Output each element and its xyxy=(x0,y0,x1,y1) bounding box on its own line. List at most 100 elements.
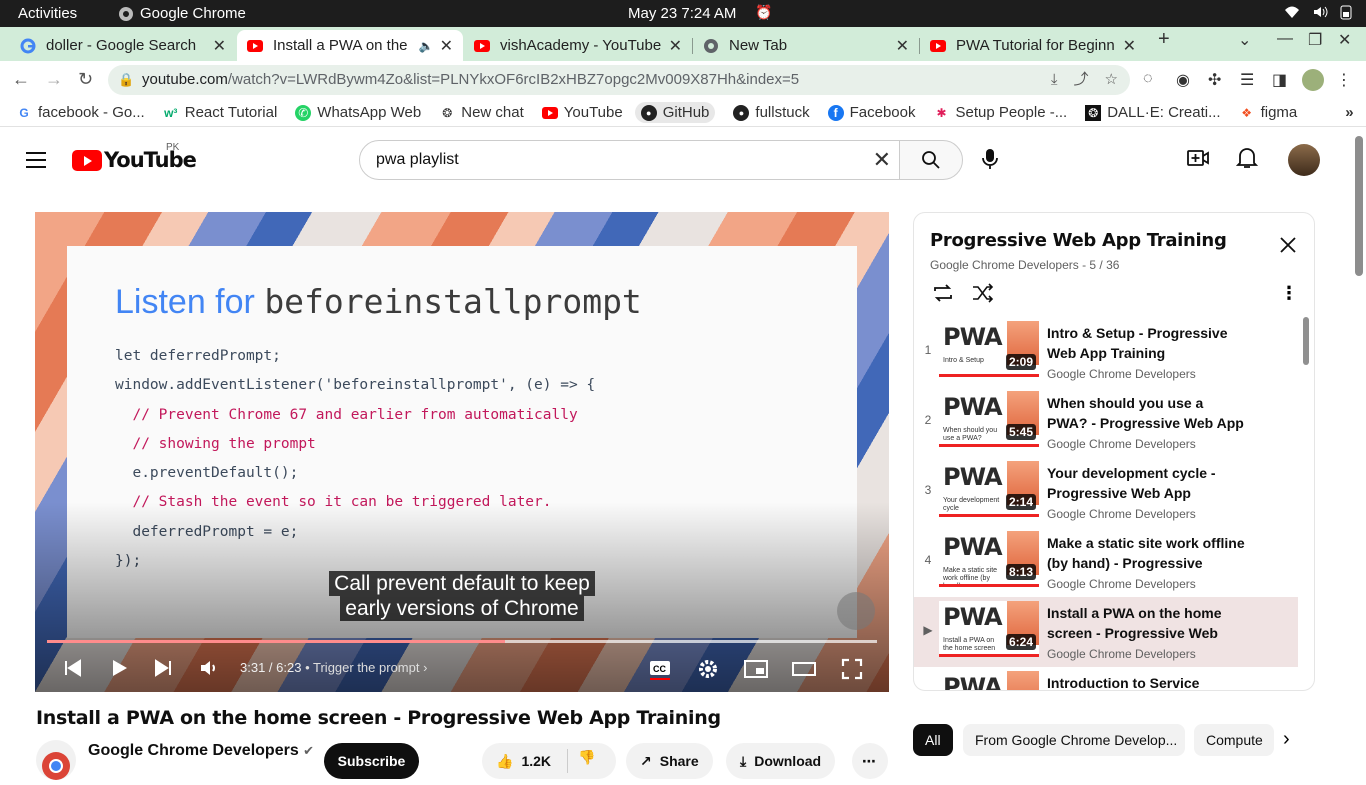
guide-menu-icon[interactable] xyxy=(26,152,46,173)
playlist-more-icon[interactable]: ⋮ xyxy=(1280,283,1298,304)
profile-avatar[interactable] xyxy=(1302,69,1324,91)
bookmark-figma[interactable]: ❖ figma xyxy=(1239,104,1297,121)
playlist-item[interactable]: 2 PWA When should you use a PWA? 5:45 When s… xyxy=(914,387,1298,457)
playlist-item-title[interactable]: Introduction to Service Worker xyxy=(1047,673,1247,690)
subtitles-cc-icon[interactable]: CC xyxy=(649,658,671,680)
next-icon[interactable] xyxy=(153,658,173,678)
fullscreen-icon[interactable] xyxy=(841,658,863,680)
playlist-scrollbar[interactable] xyxy=(1303,317,1309,365)
tab-close-icon[interactable]: ✕ xyxy=(1123,36,1136,56)
chip-from-channel[interactable]: From Google Chrome Develop... xyxy=(963,724,1185,756)
chips-next-icon[interactable]: › xyxy=(1283,728,1290,751)
playlist-title[interactable]: Progressive Web App Training xyxy=(930,230,1227,251)
notifications-bell-icon[interactable] xyxy=(1236,146,1258,170)
playlist-item-title[interactable]: Your development cycle - Progressive Web… xyxy=(1047,463,1247,503)
thumbs-down-icon[interactable]: 👎 xyxy=(567,749,595,773)
chip-computers[interactable]: Compute xyxy=(1194,724,1274,756)
playlist-item[interactable]: PWA Introduction to Service Worker xyxy=(914,667,1298,690)
minimize-button[interactable]: — xyxy=(1277,30,1293,48)
system-tray[interactable] xyxy=(1284,4,1352,20)
video-thumbnail[interactable]: PWA xyxy=(939,671,1039,690)
share-button[interactable]: ↗ Share xyxy=(626,743,713,779)
video-thumbnail[interactable]: PWA Make a static site work offline (by h… xyxy=(939,531,1039,587)
bookmark-fullstuck[interactable]: ● fullstuck xyxy=(733,104,810,121)
tab-vishacademy[interactable]: vishAcademy - YouTube ✕ xyxy=(464,30,693,61)
close-playlist-icon[interactable] xyxy=(1278,235,1298,255)
shuffle-icon[interactable] xyxy=(971,283,995,303)
channel-name[interactable]: Google Chrome Developers ✔ xyxy=(88,742,314,760)
tab-close-icon[interactable]: ✕ xyxy=(213,36,226,56)
search-input[interactable]: pwa playlist ✕ xyxy=(359,140,900,180)
playlist-item-title[interactable]: When should you use a PWA? - Progressive… xyxy=(1047,393,1247,433)
bookmark-star-icon[interactable]: ☆ xyxy=(1105,65,1118,95)
settings-gear-icon[interactable] xyxy=(697,658,719,680)
close-window-button[interactable]: ✕ xyxy=(1338,30,1351,50)
extensions-puzzle-icon[interactable]: ✣ xyxy=(1208,70,1221,90)
bookmark-facebook-google[interactable]: Gfacebook - Go... xyxy=(16,104,144,121)
video-thumbnail[interactable]: PWA When should you use a PWA? 5:45 xyxy=(939,391,1039,447)
tab-pwa-tutorial[interactable]: PWA Tutorial for Beginn ✕ xyxy=(920,30,1146,61)
tab-close-icon[interactable]: ✕ xyxy=(440,36,453,56)
side-panel-icon[interactable]: ◨ xyxy=(1272,70,1287,90)
voice-search-icon[interactable] xyxy=(980,148,1000,170)
address-bar[interactable]: 🔒 youtube.com/watch?v=LWRdBywm4Zo&list=P… xyxy=(108,65,1130,95)
playlist-item[interactable]: 4 PWA Make a static site work offline (by … xyxy=(914,527,1298,597)
video-player[interactable]: Listen for beforeinstallprompt let defer… xyxy=(35,212,889,692)
subscribe-button[interactable]: Subscribe xyxy=(324,743,419,779)
tab-close-icon[interactable]: ✕ xyxy=(669,36,682,56)
audio-playing-icon[interactable]: 🔈 xyxy=(419,39,434,53)
theater-mode-icon[interactable] xyxy=(792,658,816,680)
chrome-menu-icon[interactable]: ⋮ xyxy=(1336,70,1352,90)
site-info-icon[interactable]: 🔒 xyxy=(118,65,134,95)
playlist-item-title[interactable]: Make a static site work offline (by hand… xyxy=(1047,533,1247,573)
download-button[interactable]: ⤓ Download xyxy=(726,743,836,779)
tab-new-tab[interactable]: New Tab ✕ xyxy=(693,30,920,61)
bookmark-new-chat[interactable]: ❂ New chat xyxy=(439,104,524,121)
clock[interactable]: May 23 7:24 AM xyxy=(628,5,736,22)
bookmark-react-tutorial[interactable]: w³ React Tutorial xyxy=(163,104,277,121)
bookmark-youtube[interactable]: YouTube xyxy=(541,104,623,121)
bookmark-github[interactable]: ● GitHub xyxy=(634,102,716,123)
reload-button[interactable]: ↻ xyxy=(78,69,93,90)
bookmark-whatsapp[interactable]: ✆ WhatsApp Web xyxy=(295,104,421,121)
playlist-item[interactable]: 3 PWA Your development cycle 2:14 Your devel… xyxy=(914,457,1298,527)
loop-icon[interactable] xyxy=(931,283,955,303)
video-thumbnail[interactable]: PWA Intro & Setup 2:09 xyxy=(939,321,1039,377)
play-icon[interactable] xyxy=(109,658,129,678)
create-video-icon[interactable] xyxy=(1186,146,1210,170)
bookmark-dalle[interactable]: ❂ DALL·E: Creati... xyxy=(1085,104,1221,121)
account-avatar[interactable] xyxy=(1288,144,1320,176)
bookmark-facebook[interactable]: f Facebook xyxy=(827,104,915,121)
share-icon[interactable]: ⤴ xyxy=(1074,65,1089,95)
miniplayer-icon[interactable] xyxy=(744,658,768,680)
app-menu[interactable]: Google Chrome xyxy=(118,5,246,22)
tab-google-search[interactable]: doller - Google Search ✕ xyxy=(10,30,236,61)
more-actions-icon[interactable]: ⋯ xyxy=(852,743,888,779)
activities-button[interactable]: Activities xyxy=(18,5,77,22)
previous-icon[interactable] xyxy=(63,658,83,678)
playlist-item-title[interactable]: Intro & Setup - Progressive Web App Trai… xyxy=(1047,323,1247,363)
playlist-item-title[interactable]: Install a PWA on the home screen - Progr… xyxy=(1047,603,1247,643)
back-button[interactable]: ← xyxy=(12,69,30,90)
youtube-logo[interactable]: YouTube PK xyxy=(72,142,197,172)
like-button[interactable]: 👍 1.2K 👎 xyxy=(482,743,616,779)
chapter-title[interactable]: • Trigger the prompt › xyxy=(305,660,427,675)
tab-close-icon[interactable]: ✕ xyxy=(896,36,909,56)
volume-icon[interactable] xyxy=(199,658,219,678)
install-app-icon[interactable]: ⤓ xyxy=(1051,65,1058,95)
video-thumbnail[interactable]: PWA Install a PWA on the home screen 6:24 xyxy=(939,601,1039,657)
bookmark-setup-people[interactable]: ✱ Setup People -... xyxy=(933,104,1067,121)
progress-bar[interactable] xyxy=(47,640,877,643)
video-thumbnail[interactable]: PWA Your development cycle 2:14 xyxy=(939,461,1039,517)
chip-all[interactable]: All xyxy=(913,724,953,756)
search-button[interactable] xyxy=(899,140,963,180)
more-bookmarks-icon[interactable]: » xyxy=(1345,104,1353,121)
playlist-item[interactable]: ▶ PWA Install a PWA on the home screen 6:24… xyxy=(914,597,1298,667)
extension-icon[interactable]: ◉ xyxy=(1176,70,1190,90)
new-tab-button[interactable]: + xyxy=(1158,28,1170,51)
tab-search-chevron-icon[interactable]: ⌄ xyxy=(1238,30,1251,50)
reading-list-icon[interactable]: ☰ xyxy=(1240,70,1254,90)
maximize-button[interactable]: ❐ xyxy=(1308,30,1322,50)
forward-button[interactable]: → xyxy=(45,69,63,90)
tab-install-pwa[interactable]: Install a PWA on the 🔈 ✕ xyxy=(237,30,463,61)
